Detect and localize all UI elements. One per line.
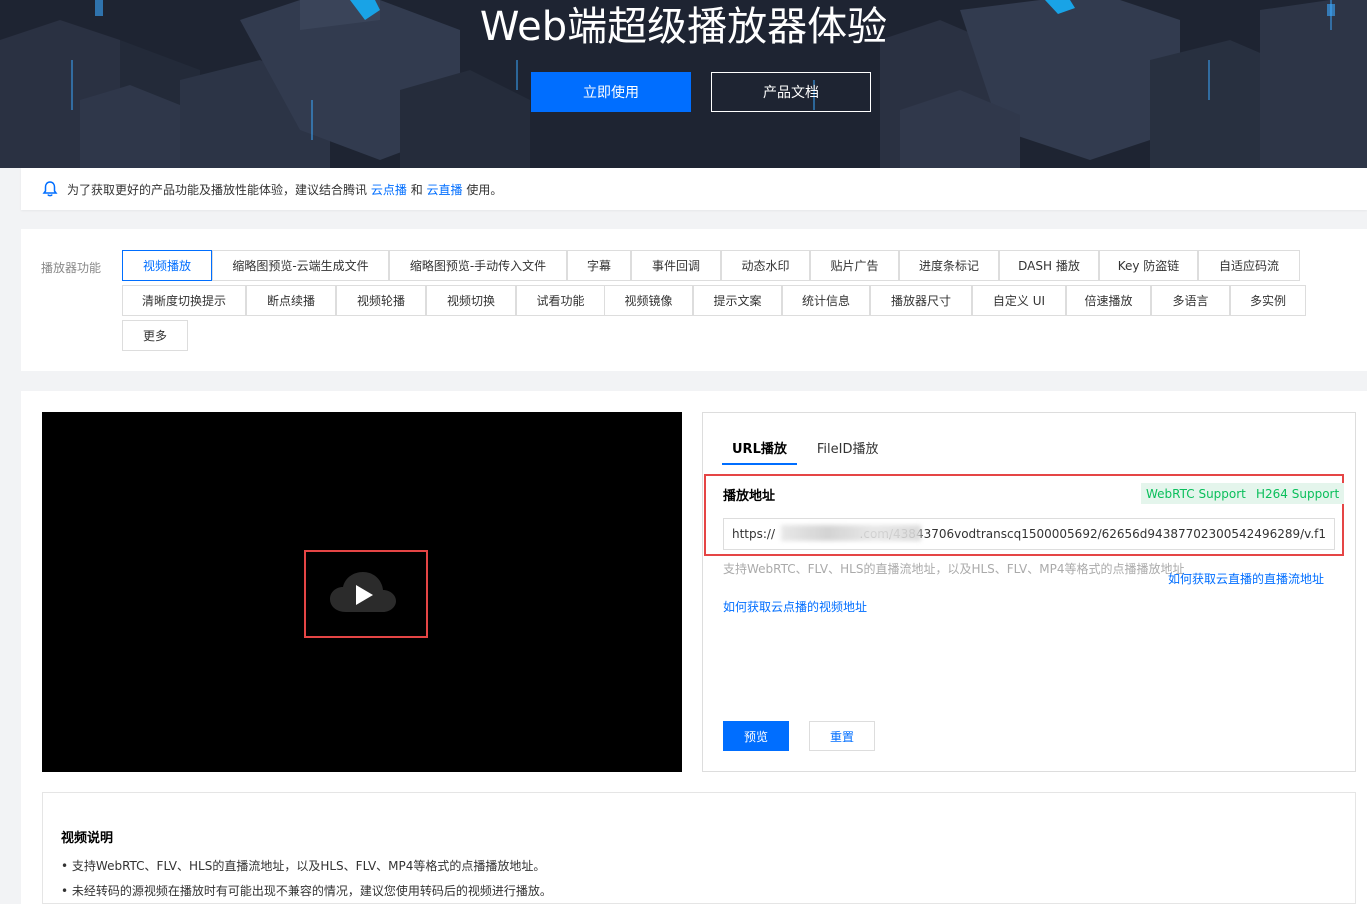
description-item: • 未经转码的源视频在播放时有可能出现不兼容的情况，建议您使用转码后的视频进行播… [61, 884, 552, 898]
features-label: 播放器功能 [41, 261, 102, 275]
feature-tag-more[interactable]: 更多 [122, 320, 188, 351]
webrtc-badge: WebRTC Support [1141, 483, 1251, 504]
feature-tag-resume-play[interactable]: 断点续播 [246, 285, 336, 316]
feature-tag-statistics[interactable]: 统计信息 [782, 285, 870, 316]
description-title: 视频说明 [61, 831, 114, 846]
feature-tag-trial-view[interactable]: 试看功能 [516, 285, 605, 316]
feature-tag-video-switch[interactable]: 视频切换 [426, 285, 516, 316]
hero-banner: Web端超级播放器体验 立即使用 产品文档 [0, 0, 1367, 168]
notice-text: 为了获取更好的产品功能及播放性能体验，建议结合腾讯 云点播 和 云直播 使用。 [67, 181, 502, 198]
description-item: • 支持WebRTC、FLV、HLS的直播流地址，以及HLS、FLV、MP4等格… [61, 859, 546, 873]
feature-tag-video-play[interactable]: 视频播放 [122, 250, 212, 281]
tab-url-play[interactable]: URL播放 [722, 436, 797, 465]
start-using-button[interactable]: 立即使用 [531, 72, 691, 112]
notice-bar: 为了获取更好的产品功能及播放性能体验，建议结合腾讯 云点播 和 云直播 使用。 [21, 168, 1367, 210]
notice-text-before: 为了获取更好的产品功能及播放性能体验，建议结合腾讯 [67, 182, 368, 197]
play-mode-tabs: URL播放 FileID播放 [722, 436, 898, 465]
product-docs-button[interactable]: 产品文档 [711, 72, 871, 112]
feature-tag-thumb-cloud[interactable]: 缩略图预览-云端生成文件 [212, 250, 389, 281]
feature-tag-player-size[interactable]: 播放器尺寸 [870, 285, 972, 316]
feature-tag-multi-language[interactable]: 多语言 [1151, 285, 1230, 316]
feature-tag-quality-switch-tip[interactable]: 清晰度切换提示 [122, 285, 246, 316]
h264-badge: H264 Support [1251, 483, 1345, 504]
feature-tag-key-anti-leech[interactable]: Key 防盗链 [1099, 250, 1198, 281]
feature-tag-video-mirror[interactable]: 视频镜像 [604, 285, 693, 316]
page-title: Web端超级播放器体验 [479, 4, 888, 50]
preview-button[interactable]: 预览 [723, 721, 789, 751]
feature-tag-custom-ui[interactable]: 自定义 UI [972, 285, 1066, 316]
feature-tag-dash-play[interactable]: DASH 播放 [999, 250, 1099, 281]
address-label: 播放地址 [723, 489, 776, 504]
feature-tag-speed-play[interactable]: 倍速播放 [1066, 285, 1151, 316]
feature-tag-subtitle[interactable]: 字幕 [567, 250, 631, 281]
url-suffix: .com/43843706vodtranscq1500005692/62656d… [859, 527, 1326, 541]
live-link[interactable]: 云直播 [427, 183, 463, 197]
vod-link[interactable]: 云点播 [371, 183, 407, 197]
feature-tag-progress-marker[interactable]: 进度条标记 [899, 250, 999, 281]
feature-tag-event-callback[interactable]: 事件回调 [631, 250, 721, 281]
bell-icon [42, 181, 58, 197]
url-prefix: https:// [732, 527, 776, 541]
description-item-text: 未经转码的源视频在播放时有可能出现不兼容的情况，建议您使用转码后的视频进行播放。 [71, 884, 552, 898]
notice-text-after: 使用。 [466, 182, 503, 197]
reset-button[interactable]: 重置 [809, 721, 875, 751]
notice-text-mid: 和 [410, 182, 423, 197]
feature-tag-adaptive-bitrate[interactable]: 自适应码流 [1198, 250, 1300, 281]
vod-url-help-link[interactable]: 如何获取云点播的视频地址 [723, 598, 867, 615]
feature-tag-video-carousel[interactable]: 视频轮播 [336, 285, 426, 316]
feature-tag-patch-ad[interactable]: 贴片广告 [810, 250, 899, 281]
feature-tag-dynamic-watermark[interactable]: 动态水印 [721, 250, 810, 281]
feature-tag-thumb-manual[interactable]: 缩略图预览-手动传入文件 [389, 250, 567, 281]
url-panel [702, 412, 1356, 772]
url-redaction [781, 525, 921, 541]
url-hint: 支持WebRTC、FLV、HLS的直播流地址，以及HLS、FLV、MP4等格式的… [723, 562, 1185, 576]
description-item-text: 支持WebRTC、FLV、HLS的直播流地址，以及HLS、FLV、MP4等格式的… [71, 859, 546, 873]
feature-tag-multi-instance[interactable]: 多实例 [1230, 285, 1306, 316]
highlight-play-box [304, 550, 428, 638]
feature-tag-tip-text[interactable]: 提示文案 [693, 285, 782, 316]
tab-fileid-play[interactable]: FileID播放 [807, 436, 889, 465]
live-url-help-link[interactable]: 如何获取云直播的直播流地址 [1168, 570, 1324, 587]
